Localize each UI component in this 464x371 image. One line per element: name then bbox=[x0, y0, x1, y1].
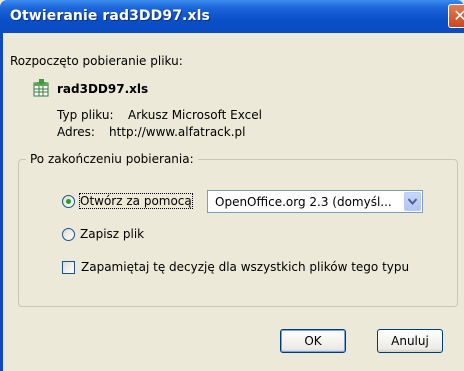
download-intro-text: Rozpoczęto pobieranie pliku: bbox=[10, 54, 183, 68]
file-address-value: http://www.alfatrack.pl bbox=[109, 125, 246, 139]
radio-selected-dot bbox=[66, 199, 71, 204]
remember-decision-checkbox[interactable] bbox=[62, 261, 75, 274]
excel-file-icon bbox=[33, 79, 49, 97]
close-button[interactable]: ✕ bbox=[448, 4, 464, 28]
file-type-value: Arkusz Microsoft Excel bbox=[128, 108, 262, 122]
dropdown-arrow-button[interactable] bbox=[404, 192, 421, 211]
save-file-label[interactable]: Zapisz plik bbox=[80, 227, 144, 241]
window-title: Otwieranie rad3DD97.xls bbox=[10, 8, 210, 24]
file-type-label: Typ pliku: bbox=[57, 108, 114, 122]
file-address-label: Adres: bbox=[57, 125, 95, 139]
open-with-radio[interactable] bbox=[62, 195, 75, 208]
after-download-legend: Po zakończeniu pobierania: bbox=[26, 152, 198, 166]
title-bar[interactable]: Otwieranie rad3DD97.xls ✕ bbox=[0, 0, 464, 33]
save-file-radio[interactable] bbox=[62, 228, 75, 241]
open-with-app-value: OpenOffice.org 2.3 (domyśl... bbox=[215, 195, 392, 209]
chevron-down-icon bbox=[408, 198, 417, 205]
remember-decision-label[interactable]: Zapamiętaj tę decyzję dla wszystkich pli… bbox=[81, 260, 409, 274]
cancel-button[interactable]: Anuluj bbox=[377, 329, 443, 353]
ok-button[interactable]: OK bbox=[280, 329, 346, 353]
file-name: rad3DD97.xls bbox=[57, 82, 149, 96]
open-with-label[interactable]: Otwórz za pomocą bbox=[79, 193, 193, 209]
open-with-app-select[interactable]: OpenOffice.org 2.3 (domyśl... bbox=[207, 190, 423, 213]
